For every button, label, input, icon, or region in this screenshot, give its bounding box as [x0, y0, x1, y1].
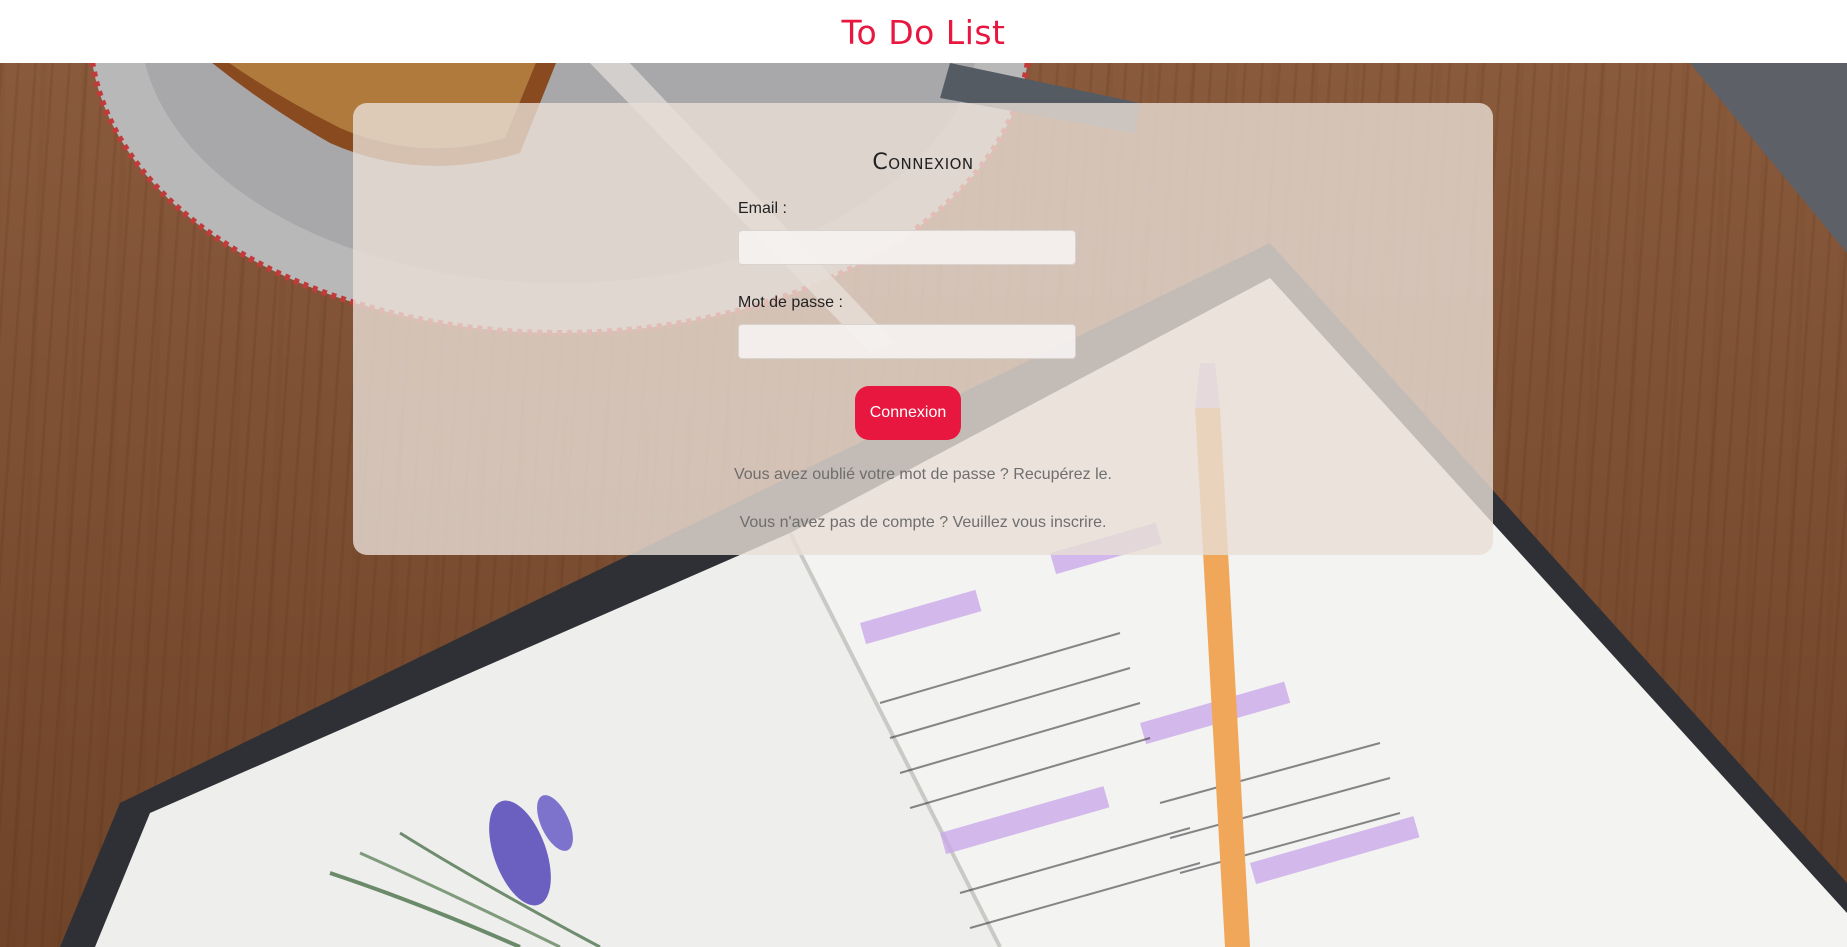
app-title: To Do List — [841, 13, 1006, 52]
register-text: Vous n'avez pas de compte ? — [739, 514, 949, 531]
register-line: Vous n'avez pas de compte ? Veuillez vou… — [353, 514, 1493, 532]
page: To Do List Connexion Email: Mot de pass… — [0, 0, 1847, 947]
recover-password-link[interactable]: Recupérez le. — [1013, 466, 1112, 483]
password-input[interactable] — [738, 324, 1076, 359]
login-submit-button[interactable]: Connexion — [855, 386, 961, 440]
register-link[interactable]: Veuillez vous inscrire. — [953, 514, 1107, 531]
email-input[interactable] — [738, 230, 1076, 265]
header-bar: To Do List — [0, 0, 1847, 63]
laptop-corner — [1690, 63, 1847, 253]
email-label: Email : — [738, 200, 787, 217]
forgot-password-line: Vous avez oublié votre mot de passe ? Re… — [353, 466, 1493, 484]
forgot-password-text: Vous avez oublié votre mot de passe ? — [733, 466, 1009, 483]
login-title: Connexion — [872, 150, 974, 175]
password-label: Mot de passe : — [738, 294, 843, 311]
